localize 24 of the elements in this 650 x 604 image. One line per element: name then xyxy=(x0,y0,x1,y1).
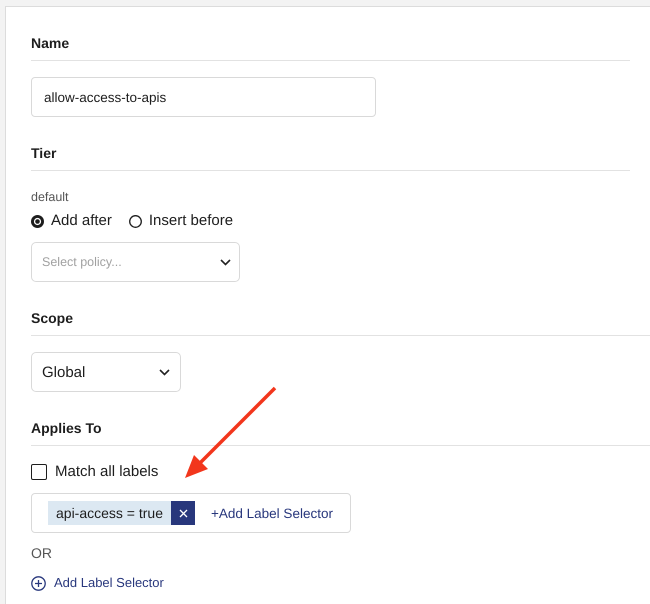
checkbox-label: Match all labels xyxy=(55,462,158,482)
tier-name: default xyxy=(31,189,69,205)
label-selector-field[interactable]: api-access = true +Add Label Selector xyxy=(31,493,351,533)
radio-label: Add after xyxy=(51,211,112,231)
chip-label: api-access = true xyxy=(55,504,164,523)
chevron-icon xyxy=(220,259,231,266)
radio-button[interactable] xyxy=(31,214,44,228)
remove-label-button[interactable] xyxy=(171,501,195,525)
section-heading: Name xyxy=(31,35,70,52)
add-label-selector-link[interactable]: Add Label Selector xyxy=(31,574,164,592)
close-icon xyxy=(178,508,188,518)
chevron-icon xyxy=(159,368,170,376)
section-heading: Tier xyxy=(31,145,56,162)
or-separator: OR xyxy=(31,545,52,562)
section-heading: Scope xyxy=(31,310,74,327)
add-label-selector-link[interactable]: +Add Label Selector xyxy=(211,506,333,520)
section-heading: Applies To xyxy=(31,420,102,437)
checkbox[interactable] xyxy=(31,464,47,480)
radio-label: Insert before xyxy=(148,211,234,231)
plus-circle-icon xyxy=(31,576,46,590)
radio-button[interactable] xyxy=(128,214,142,228)
name-input[interactable]: allow-access-to-apis xyxy=(31,77,376,117)
scope-select[interactable]: Global xyxy=(31,352,181,392)
policy-select[interactable]: Select policy... xyxy=(31,242,240,282)
